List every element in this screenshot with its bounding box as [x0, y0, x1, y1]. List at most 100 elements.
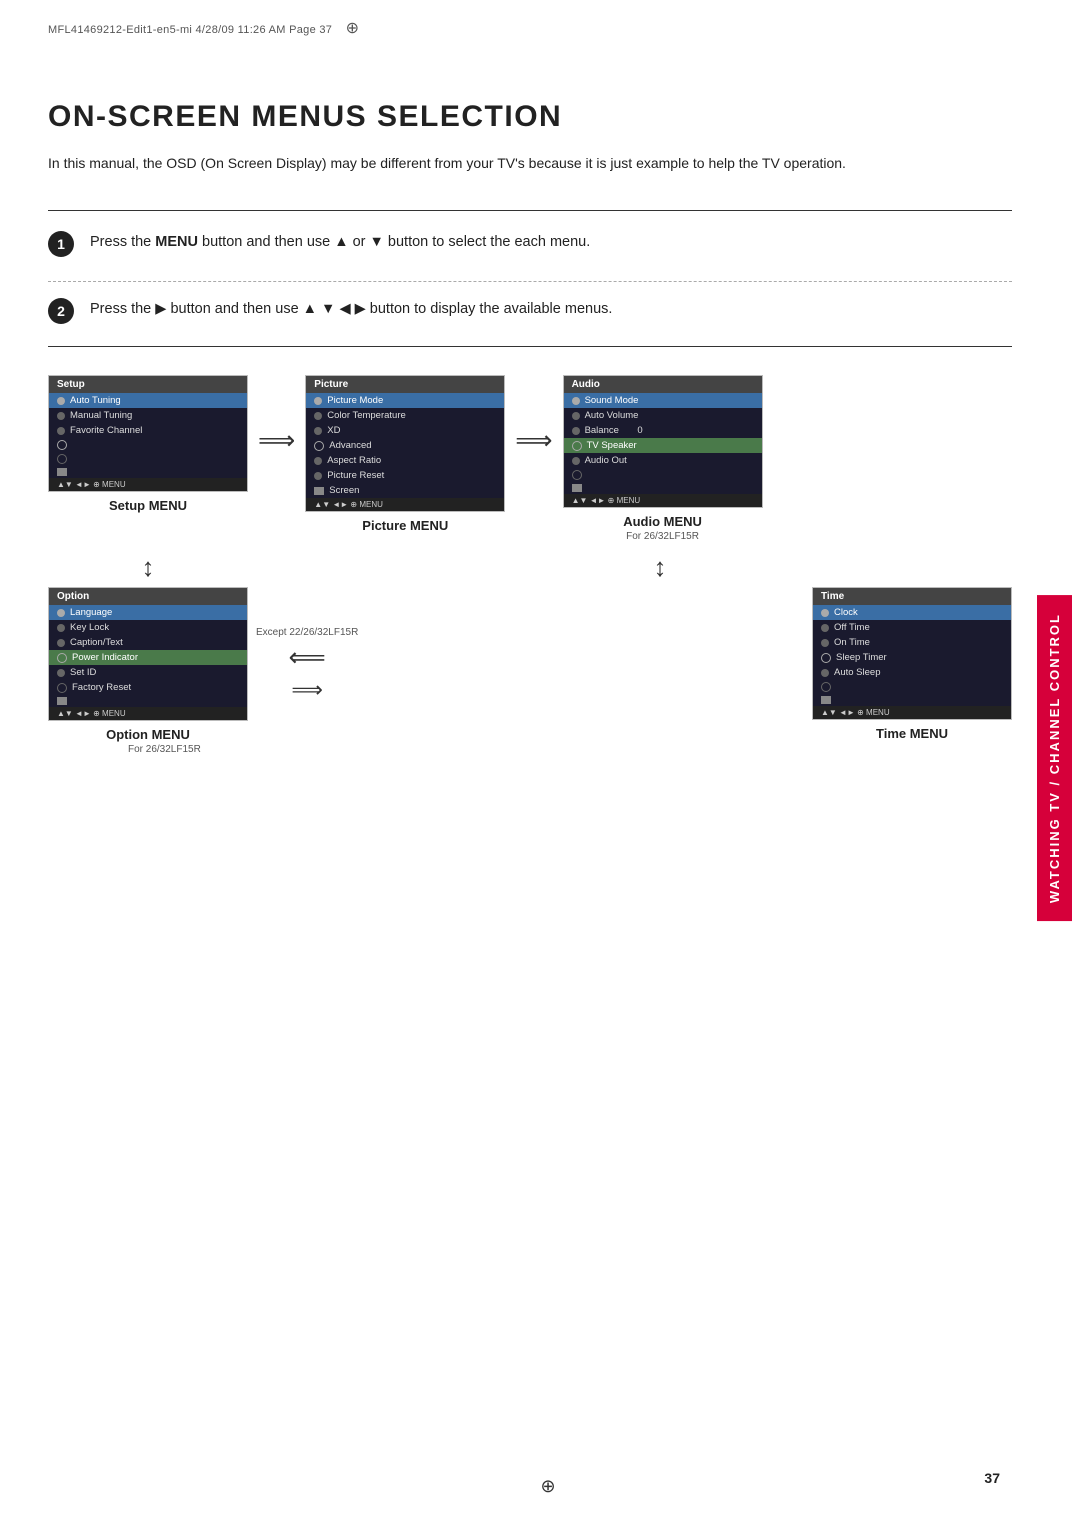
option-menu-header: Option — [49, 588, 247, 605]
setup-menu-header: Setup — [49, 376, 247, 393]
time-icon-1 — [821, 609, 829, 617]
step-2-text: Press the ▶ button and then use ▲ ▼ ◀ ▶ … — [90, 296, 612, 321]
picture-item-aspect: Aspect Ratio — [306, 453, 504, 468]
left-arrow-connector: ⟸ — [289, 642, 326, 673]
page-title: ON-SCREEN MENUS SELECTION — [48, 100, 1012, 134]
option-menu-img: Option Language Key Lock Caption/Text — [48, 587, 248, 721]
audio-item-tv-speaker: TV Speaker — [564, 438, 762, 453]
audio-menu-img: Audio Sound Mode Auto Volume Balance 0 — [563, 375, 763, 508]
picture-item-xd: XD — [306, 423, 504, 438]
time-icon-7 — [821, 696, 831, 704]
setup-menu-footer: ▲▼ ◄► ⊕ MENU — [49, 478, 247, 491]
time-item-on: On Time — [813, 635, 1011, 650]
option-item-language: Language — [49, 605, 247, 620]
picture-menu-footer: ▲▼ ◄► ⊕ MENU — [306, 498, 504, 511]
setup-item-6 — [49, 466, 247, 478]
setup-item-5 — [49, 452, 247, 466]
option-menu-footer: ▲▼ ◄► ⊕ MENU — [49, 707, 247, 720]
picture-menu-block: Picture Picture Mode Color Temperature X… — [305, 375, 505, 533]
option-menu-block: Option Language Key Lock Caption/Text — [48, 587, 248, 742]
picture-icon-3 — [314, 427, 322, 435]
setup-icon-4 — [57, 440, 67, 450]
page-number: 37 — [984, 1470, 1000, 1486]
main-content: ON-SCREEN MENUS SELECTION In this manual… — [48, 60, 1012, 755]
option-item-factory: Factory Reset — [49, 680, 247, 695]
audio-icon-7 — [572, 484, 582, 492]
option-item-caption: Caption/Text — [49, 635, 247, 650]
picture-icon-1 — [314, 397, 322, 405]
setup-menu-block: Setup Auto Tuning Manual Tuning Favorite… — [48, 375, 248, 513]
step-2-badge: 2 — [48, 298, 74, 324]
option-item-power-ind: Power Indicator — [49, 650, 247, 665]
time-icon-2 — [821, 624, 829, 632]
setup-icon-3 — [57, 427, 65, 435]
picture-item-screen: Screen — [306, 483, 504, 498]
audio-item-auto-vol: Auto Volume — [564, 408, 762, 423]
setup-item-fav-channel: Favorite Channel — [49, 423, 247, 438]
middle-note-area: Except 22/26/32LF15R ⟸ ⟹ — [248, 627, 366, 703]
picture-item-reset: Picture Reset — [306, 468, 504, 483]
audio-icon-5 — [572, 457, 580, 465]
picture-icon-5 — [314, 457, 322, 465]
option-item-setid: Set ID — [49, 665, 247, 680]
audio-item-balance: Balance 0 — [564, 423, 762, 438]
menus-row-1: Setup Auto Tuning Manual Tuning Favorite… — [48, 375, 1012, 542]
divider-top — [48, 210, 1012, 211]
picture-icon-2 — [314, 412, 322, 420]
picture-icon-4 — [314, 441, 324, 451]
time-menu-footer: ▲▼ ◄► ⊕ MENU — [813, 706, 1011, 719]
crosshair-top: ⊕ — [346, 20, 360, 37]
page-header: MFL41469212-Edit1-en5-mi 4/28/09 11:26 A… — [48, 18, 359, 38]
picture-icon-6 — [314, 472, 322, 480]
crosshair-bottom: ⊕ — [540, 1478, 556, 1494]
audio-item-7 — [564, 482, 762, 494]
option-menu-label: Option MENU — [106, 727, 190, 742]
step-1-badge: 1 — [48, 231, 74, 257]
audio-icon-6 — [572, 470, 582, 480]
setup-icon-5 — [57, 454, 67, 464]
diagrams-section: Setup Auto Tuning Manual Tuning Favorite… — [48, 375, 1012, 755]
step-1-text: Press the MENU button and then use ▲ or … — [90, 229, 590, 254]
for-note-option: For 26/32LF15R — [128, 744, 1012, 755]
audio-menu-label: Audio MENU — [623, 514, 702, 529]
audio-icon-2 — [572, 412, 580, 420]
picture-menu-header: Picture — [306, 376, 504, 393]
setup-item-manual-tuning: Manual Tuning — [49, 408, 247, 423]
divider-dashed — [48, 281, 1012, 282]
time-item-off: Off Time — [813, 620, 1011, 635]
intro-text: In this manual, the OSD (On Screen Displ… — [48, 152, 908, 174]
step-1-row: 1 Press the MENU button and then use ▲ o… — [48, 229, 1012, 267]
option-icon-6 — [57, 683, 67, 693]
time-item-auto-sleep: Auto Sleep — [813, 665, 1011, 680]
time-icon-3 — [821, 639, 829, 647]
time-item-6 — [813, 680, 1011, 694]
audio-menu-header: Audio — [564, 376, 762, 393]
audio-icon-3 — [572, 427, 580, 435]
audio-item-audio-out: Audio Out — [564, 453, 762, 468]
picture-menu-img: Picture Picture Mode Color Temperature X… — [305, 375, 505, 512]
option-icon-5 — [57, 669, 65, 677]
time-item-7 — [813, 694, 1011, 706]
audio-note: For 26/32LF15R — [626, 531, 699, 542]
option-icon-1 — [57, 609, 65, 617]
divider-bottom — [48, 346, 1012, 347]
audio-item-sound-mode: Sound Mode — [564, 393, 762, 408]
time-icon-4 — [821, 653, 831, 663]
option-icon-2 — [57, 624, 65, 632]
time-item-sleep: Sleep Timer — [813, 650, 1011, 665]
time-icon-6 — [821, 682, 831, 692]
audio-menu-block: Audio Sound Mode Auto Volume Balance 0 — [563, 375, 763, 542]
option-icon-4 — [57, 653, 67, 663]
picture-item-color-temp: Color Temperature — [306, 408, 504, 423]
picture-item-mode: Picture Mode — [306, 393, 504, 408]
time-menu-label: Time MENU — [876, 726, 948, 741]
picture-item-advanced: Advanced — [306, 438, 504, 453]
audio-icon-1 — [572, 397, 580, 405]
time-item-clock: Clock — [813, 605, 1011, 620]
step-2-row: 2 Press the ▶ button and then use ▲ ▼ ◀ … — [48, 296, 1012, 334]
option-icon-3 — [57, 639, 65, 647]
picture-icon-7 — [314, 487, 324, 495]
time-menu-block: Time Clock Off Time On Time — [812, 587, 1012, 741]
audio-icon-4 — [572, 441, 582, 451]
time-icon-5 — [821, 669, 829, 677]
